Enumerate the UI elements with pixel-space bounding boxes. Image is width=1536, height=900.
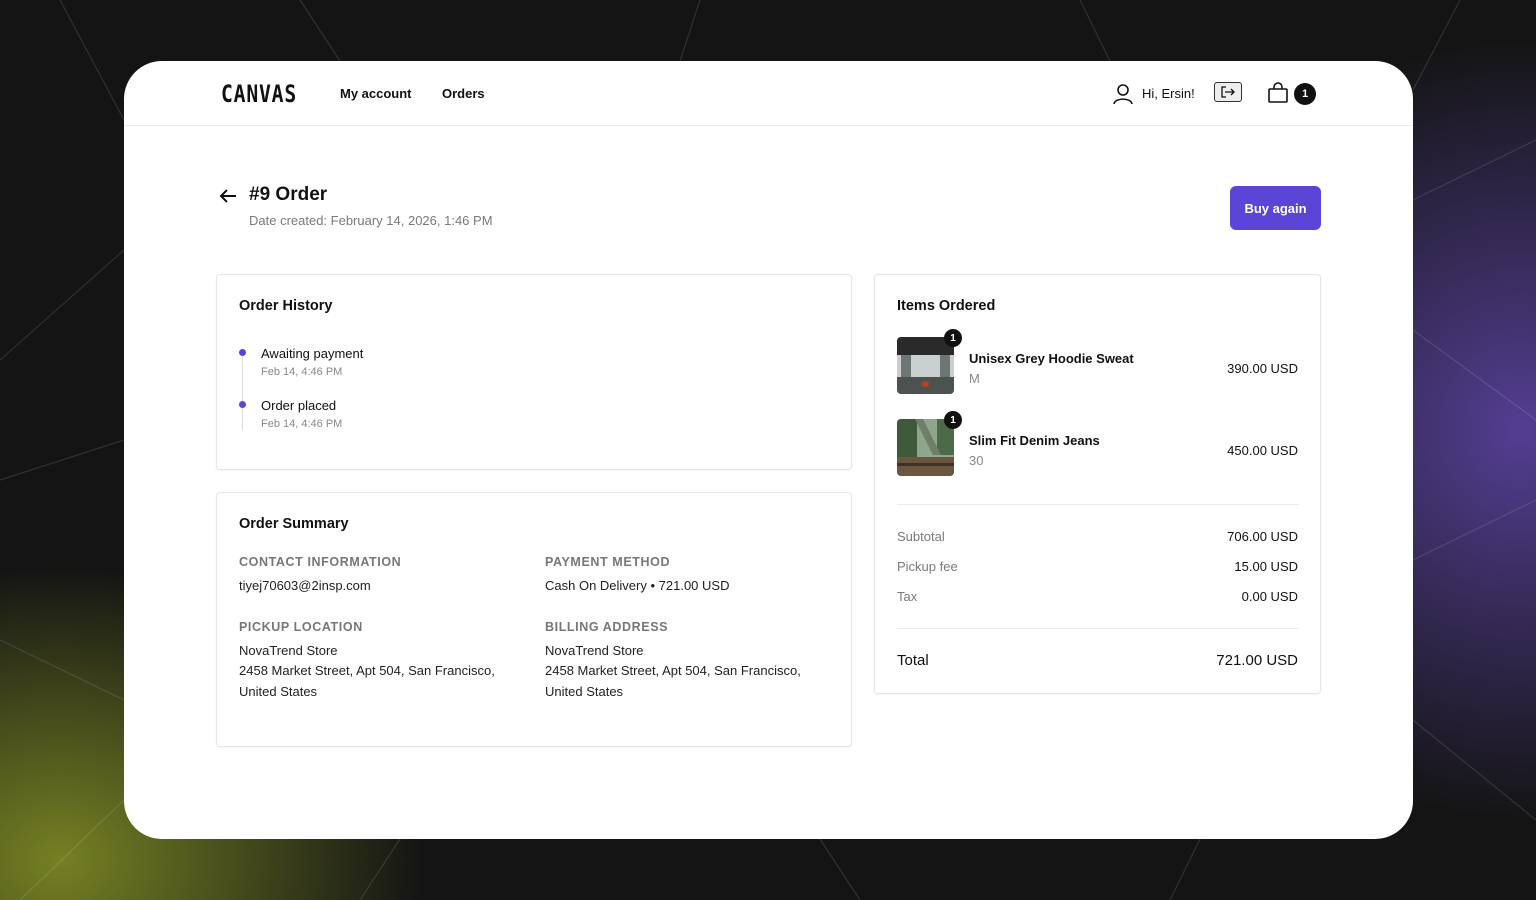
order-history-card: Order History Awaiting payment Feb 14, 4…	[216, 274, 852, 470]
divider	[897, 504, 1299, 505]
tax-value: 0.00 USD	[1241, 589, 1298, 604]
logout-button[interactable]	[1214, 82, 1242, 102]
timeline-dot	[239, 349, 246, 356]
order-history-title: Order History	[239, 298, 333, 314]
pickup-location-address-line: United States	[239, 684, 318, 699]
jeans-product-image[interactable]	[897, 419, 954, 476]
payment-method-heading: PAYMENT METHOD	[545, 555, 671, 569]
buy-again-button[interactable]: Buy again	[1230, 186, 1321, 230]
shopping-bag-icon[interactable]	[1267, 82, 1289, 104]
order-summary-title: Order Summary	[239, 516, 349, 532]
payment-method-value: Cash On Delivery • 721.00 USD	[545, 578, 730, 593]
item-variant: 30	[969, 453, 984, 468]
cart-count-badge: 1	[1294, 83, 1316, 105]
billing-address-heading: BILLING ADDRESS	[545, 620, 669, 634]
item-name[interactable]: Unisex Grey Hoodie Sweat	[969, 351, 1134, 366]
item-price: 450.00 USD	[1227, 443, 1298, 458]
billing-address-line: 2458 Market Street, Apt 504, San Francis…	[545, 663, 801, 678]
nav-orders[interactable]: Orders	[442, 86, 485, 101]
pickup-fee-label: Pickup fee	[897, 559, 958, 574]
logout-icon	[1221, 86, 1235, 98]
tax-label: Tax	[897, 589, 918, 604]
back-arrow-icon[interactable]	[218, 187, 238, 205]
page-title: #9 Order	[249, 184, 328, 205]
items-ordered-card: Items Ordered 1 Unisex Grey Hoodie Sweat…	[874, 274, 1321, 694]
pickup-location-name: NovaTrend Store	[239, 643, 338, 658]
timeline-line	[242, 353, 243, 430]
timeline-event-time: Feb 14, 4:46 PM	[261, 366, 343, 378]
item-price: 390.00 USD	[1227, 361, 1298, 376]
pickup-location-address-line: 2458 Market Street, Apt 504, San Francis…	[239, 663, 495, 678]
item-quantity-badge: 1	[944, 329, 962, 347]
divider	[897, 628, 1299, 629]
timeline-event-label: Order placed	[261, 398, 337, 413]
billing-address-line: United States	[545, 684, 624, 699]
items-ordered-title: Items Ordered	[897, 298, 996, 314]
timeline-event-label: Awaiting payment	[261, 346, 364, 361]
total-label: Total	[897, 652, 929, 669]
top-navigation-bar: CANVAS My account Orders Hi, Ersin! 1	[124, 61, 1413, 126]
timeline-event-time: Feb 14, 4:46 PM	[261, 418, 343, 430]
contact-information-heading: CONTACT INFORMATION	[239, 555, 402, 569]
item-variant: M	[969, 371, 980, 386]
subtotal-value: 706.00 USD	[1227, 529, 1298, 544]
pickup-location-heading: PICKUP LOCATION	[239, 620, 363, 634]
app-window: CANVAS My account Orders Hi, Ersin! 1 #9…	[124, 61, 1413, 839]
hoodie-product-image[interactable]	[897, 337, 954, 394]
order-summary-card: Order Summary CONTACT INFORMATION tiyej7…	[216, 492, 852, 747]
pickup-fee-value: 15.00 USD	[1234, 559, 1298, 574]
timeline-dot	[239, 401, 246, 408]
subtotal-label: Subtotal	[897, 529, 945, 544]
total-value: 721.00 USD	[1216, 652, 1298, 669]
nav-my-account[interactable]: My account	[340, 86, 412, 101]
user-icon[interactable]	[1112, 83, 1134, 105]
item-quantity-badge: 1	[944, 411, 962, 429]
user-greeting: Hi, Ersin!	[1142, 86, 1195, 101]
item-name[interactable]: Slim Fit Denim Jeans	[969, 433, 1100, 448]
contact-email: tiyej70603@2insp.com	[239, 578, 371, 593]
order-date-created: Date created: February 14, 2026, 1:46 PM	[249, 213, 493, 228]
canvas-logo[interactable]: CANVAS	[221, 80, 297, 108]
billing-address-name: NovaTrend Store	[545, 643, 644, 658]
